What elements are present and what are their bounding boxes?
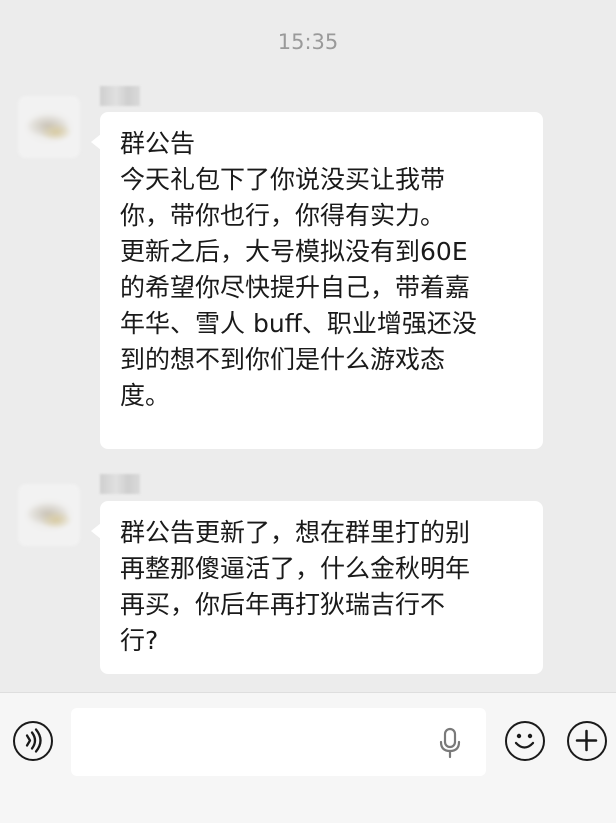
sender-name <box>100 474 140 494</box>
emoji-button[interactable] <box>505 721 545 761</box>
message-line: 群公告 <box>120 129 196 158</box>
message-line: 更新之后，大号模拟没有到60E <box>120 237 468 266</box>
plus-icon <box>575 729 598 752</box>
message-line: 到的想不到你们是什么游戏态 <box>120 345 446 374</box>
message-line: 度。 <box>120 381 171 410</box>
input-bar <box>0 692 616 823</box>
timestamp: 15:35 <box>277 30 339 54</box>
message-line: 你，带你也行，你得有实力。 <box>120 201 446 230</box>
message-line: 年华、雪人 buff、职业增强还没 <box>120 309 477 338</box>
message-line: 行? <box>120 626 159 655</box>
voice-wave-icon <box>25 728 42 753</box>
message-line: 群公告更新了，想在群里打的别 <box>120 518 471 547</box>
emoji-icon <box>514 733 535 749</box>
avatar[interactable] <box>18 96 80 158</box>
more-button[interactable] <box>567 721 607 761</box>
sender-name <box>100 86 140 106</box>
message-line: 的希望你尽快提升自己，带着嘉 <box>120 273 471 302</box>
microphone-icon[interactable] <box>438 727 462 759</box>
message-line: 再买，你后年再打狄瑞吉行不 <box>120 590 446 619</box>
voice-button[interactable] <box>13 721 53 761</box>
message-input[interactable] <box>71 708 486 776</box>
message-line: 再整那傻逼活了，什么金秋明年 <box>120 554 471 583</box>
message-line: 今天礼包下了你说没买让我带 <box>120 165 446 194</box>
avatar[interactable] <box>18 484 80 546</box>
message-bubble[interactable]: 群公告 今天礼包下了你说没买让我带 你，带你也行，你得有实力。 更新之后，大号模… <box>91 112 543 449</box>
message-bubble[interactable]: 群公告更新了，想在群里打的别 再整那傻逼活了，什么金秋明年 再买，你后年再打狄瑞… <box>91 501 543 674</box>
